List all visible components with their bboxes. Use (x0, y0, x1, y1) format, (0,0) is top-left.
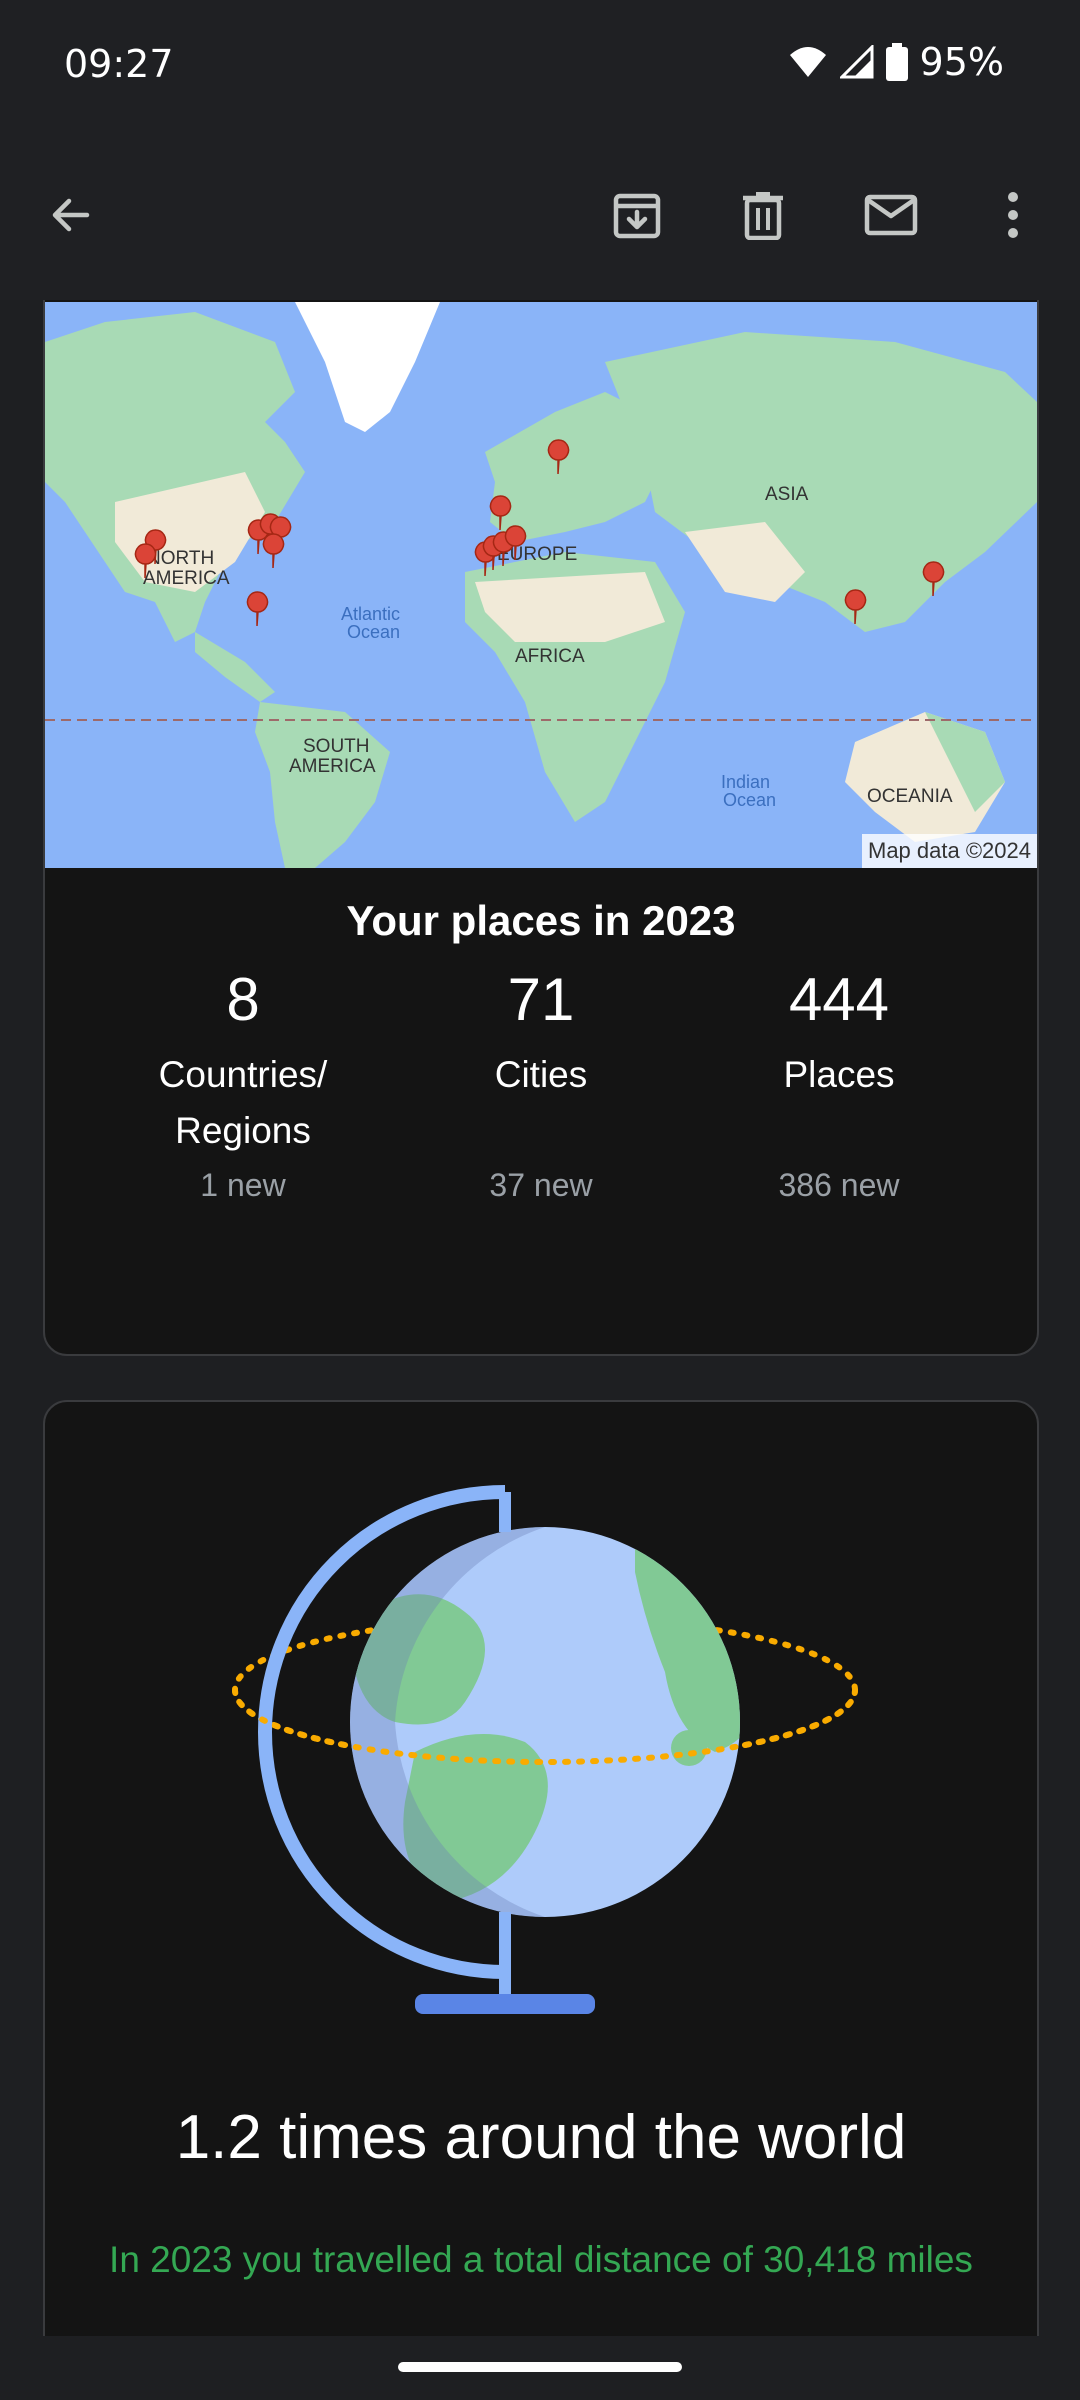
stat-countries-label-line2: Regions (175, 1110, 311, 1151)
battery-percent: 95% (919, 40, 1004, 84)
delete-icon (743, 192, 783, 240)
archive-icon (613, 193, 661, 239)
signal-icon (839, 45, 874, 79)
map-label-north-america-2: AMERICA (143, 568, 230, 589)
stat-countries: 8 Countries/ Regions (93, 967, 393, 1159)
more-options-button[interactable] (978, 180, 1048, 250)
map-credit: Map data ©2024 (862, 834, 1037, 868)
places-card: NORTH AMERICA EUROPE ASIA AFRICA SOUTH A… (43, 300, 1039, 1356)
places-title: Your places in 2023 (346, 897, 736, 944)
more-vert-icon (1008, 192, 1018, 238)
stat-cities-label: Cities (494, 1054, 588, 1095)
status-bar: 09:27 95% (0, 0, 1080, 130)
map-label-south-america: SOUTH (303, 736, 370, 757)
map-label-north-america: NORTH (147, 548, 214, 569)
status-time: 09:27 (64, 42, 174, 86)
stat-countries-new: 1 new (200, 1167, 286, 1203)
stat-places-label: Places (783, 1054, 895, 1095)
archive-button[interactable] (602, 180, 672, 250)
stat-places-new: 386 new (778, 1167, 900, 1203)
delete-button[interactable] (728, 180, 798, 250)
stat-countries-label-line1: Countries/ (158, 1054, 328, 1095)
stat-places: 444 Places (689, 967, 989, 1103)
stat-cities: 71 Cities (391, 967, 691, 1103)
stat-countries-label: Countries/ Regions (93, 1047, 393, 1159)
battery-icon (885, 43, 908, 81)
world-map[interactable]: NORTH AMERICA EUROPE ASIA AFRICA SOUTH A… (45, 302, 1037, 868)
map-label-asia: ASIA (765, 484, 809, 505)
home-gesture-handle[interactable] (398, 2362, 682, 2372)
map-label-atlantic: Atlantic (341, 604, 400, 624)
back-arrow-icon (52, 198, 90, 232)
mark-unread-icon (864, 194, 918, 236)
map-label-indian-2: Ocean (723, 790, 776, 810)
back-button[interactable] (36, 180, 106, 250)
globe-illustration (215, 1472, 875, 2032)
map-label-atlantic-2: Ocean (347, 622, 400, 642)
world-map-image: NORTH AMERICA EUROPE ASIA AFRICA SOUTH A… (45, 302, 1037, 868)
mark-unread-button[interactable] (856, 180, 926, 250)
email-body[interactable]: NORTH AMERICA EUROPE ASIA AFRICA SOUTH A… (0, 300, 1080, 2336)
travel-subtitle: In 2023 you travelled a total distance o… (109, 2239, 973, 2280)
map-label-indian: Indian (721, 772, 770, 792)
map-label-south-america-2: AMERICA (289, 756, 376, 777)
stat-countries-value: 8 (226, 966, 260, 1033)
status-icons: 95% (788, 40, 1004, 84)
wifi-icon (789, 47, 826, 77)
map-label-africa: AFRICA (515, 646, 585, 667)
stat-places-value: 444 (788, 966, 890, 1033)
map-label-oceania: OCEANIA (867, 786, 953, 807)
travel-distance-card: 1.2 times around the world In 2023 you t… (43, 1400, 1039, 2336)
travel-title: 1.2 times around the world (175, 2103, 907, 2172)
globe-icon (232, 1485, 858, 2014)
app-bar (0, 130, 1080, 300)
stat-cities-value: 71 (507, 966, 575, 1033)
stat-cities-new: 37 new (489, 1167, 593, 1203)
